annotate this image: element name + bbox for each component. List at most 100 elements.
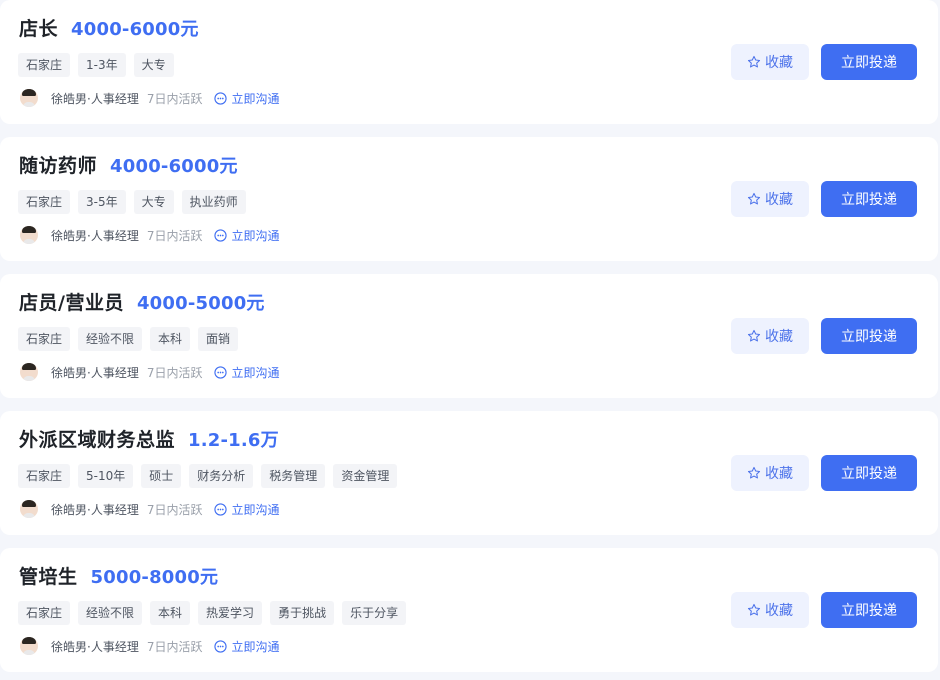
job-header: 店员/营业员 4000-5000元 <box>19 288 265 315</box>
recruiter-name: 徐皓男·人事经理 <box>51 639 139 654</box>
chat-now-label: 立即沟通 <box>231 228 280 243</box>
job-tag: 1-3年 <box>78 53 126 77</box>
job-title[interactable]: 管培生 <box>19 562 78 589</box>
recruiter-name: 徐皓男·人事经理 <box>51 365 139 380</box>
job-tag: 3-5年 <box>78 190 126 214</box>
active-status: 7日内活跃 <box>146 639 203 654</box>
recruiter-row: 徐皓男·人事经理 7日内活跃 立即沟通 <box>20 500 279 518</box>
job-tag: 勇于挑战 <box>270 601 335 625</box>
favorite-label: 收藏 <box>765 329 793 345</box>
job-tag: 石家庄 <box>18 190 71 214</box>
favorite-button[interactable]: 收藏 <box>731 455 809 491</box>
favorite-button[interactable]: 收藏 <box>731 44 809 80</box>
chat-now-link[interactable]: 立即沟通 <box>214 364 279 381</box>
chat-bubble-icon <box>214 502 228 516</box>
chat-now-link[interactable]: 立即沟通 <box>214 501 279 518</box>
active-status: 7日内活跃 <box>146 365 203 380</box>
job-header: 外派区域财务总监 1.2-1.6万 <box>19 425 279 452</box>
job-tags: 石家庄 5-10年 硕士 财务分析 税务管理 资金管理 <box>18 464 398 488</box>
favorite-button[interactable]: 收藏 <box>731 592 809 628</box>
recruiter-avatar <box>20 637 38 655</box>
favorite-label: 收藏 <box>765 603 793 619</box>
favorite-label: 收藏 <box>765 192 793 208</box>
apply-button[interactable]: 立即投递 <box>821 318 917 354</box>
favorite-button[interactable]: 收藏 <box>731 318 809 354</box>
job-tag: 本科 <box>150 601 191 625</box>
recruiter-name: 徐皓男·人事经理 <box>51 91 139 106</box>
job-header: 随访药师 4000-6000元 <box>19 151 238 178</box>
recruiter-row: 徐皓男·人事经理 7日内活跃 立即沟通 <box>20 363 279 381</box>
chat-now-label: 立即沟通 <box>231 365 280 380</box>
job-tag: 执业药师 <box>181 190 246 214</box>
job-tag: 经验不限 <box>78 601 143 625</box>
recruiter-avatar <box>20 363 38 381</box>
job-tags: 石家庄 经验不限 本科 热爱学习 勇于挑战 乐于分享 <box>18 601 407 625</box>
job-tag: 大专 <box>133 190 174 214</box>
job-tag: 税务管理 <box>261 464 326 488</box>
active-status: 7日内活跃 <box>146 91 203 106</box>
job-card[interactable]: 店长 4000-6000元 石家庄 1-3年 大专 徐皓男·人事经理 7日内活跃… <box>0 0 938 124</box>
chat-bubble-icon <box>214 228 228 242</box>
recruiter-name: 徐皓男·人事经理 <box>51 228 139 243</box>
job-tags: 石家庄 经验不限 本科 面销 <box>18 327 239 351</box>
recruiter-row: 徐皓男·人事经理 7日内活跃 立即沟通 <box>20 226 279 244</box>
favorite-label: 收藏 <box>765 466 793 482</box>
job-tag: 5-10年 <box>78 464 134 488</box>
job-title[interactable]: 店长 <box>19 14 58 41</box>
job-title[interactable]: 外派区域财务总监 <box>19 425 175 452</box>
job-tag: 石家庄 <box>18 601 71 625</box>
recruiter-avatar <box>20 89 38 107</box>
job-tags: 石家庄 3-5年 大专 执业药师 <box>18 190 246 214</box>
job-header: 管培生 5000-8000元 <box>19 562 218 589</box>
job-header: 店长 4000-6000元 <box>19 14 199 41</box>
job-card[interactable]: 随访药师 4000-6000元 石家庄 3-5年 大专 执业药师 徐皓男·人事经… <box>0 137 938 261</box>
job-card[interactable]: 管培生 5000-8000元 石家庄 经验不限 本科 热爱学习 勇于挑战 乐于分… <box>0 548 938 672</box>
job-list: 店长 4000-6000元 石家庄 1-3年 大专 徐皓男·人事经理 7日内活跃… <box>0 0 940 680</box>
job-tag: 本科 <box>150 327 191 351</box>
chat-now-link[interactable]: 立即沟通 <box>214 638 279 655</box>
apply-button[interactable]: 立即投递 <box>821 181 917 217</box>
active-status: 7日内活跃 <box>146 502 203 517</box>
favorite-button[interactable]: 收藏 <box>731 181 809 217</box>
apply-button[interactable]: 立即投递 <box>821 455 917 491</box>
job-title[interactable]: 随访药师 <box>19 151 97 178</box>
job-card[interactable]: 店员/营业员 4000-5000元 石家庄 经验不限 本科 面销 徐皓男·人事经… <box>0 274 938 398</box>
star-outline-icon <box>747 192 761 205</box>
job-tag: 资金管理 <box>333 464 398 488</box>
chat-now-link[interactable]: 立即沟通 <box>214 90 279 107</box>
chat-now-label: 立即沟通 <box>231 91 280 106</box>
chat-now-link[interactable]: 立即沟通 <box>214 227 279 244</box>
job-tag: 经验不限 <box>78 327 143 351</box>
job-salary: 1.2-1.6万 <box>188 430 279 451</box>
job-salary: 4000-6000元 <box>71 19 199 40</box>
job-tags: 石家庄 1-3年 大专 <box>18 53 174 77</box>
job-salary: 5000-8000元 <box>90 567 219 588</box>
chat-bubble-icon <box>214 639 228 653</box>
job-tag: 大专 <box>133 53 174 77</box>
apply-button[interactable]: 立即投递 <box>821 44 917 80</box>
job-salary: 4000-6000元 <box>110 156 238 177</box>
chat-now-label: 立即沟通 <box>231 639 280 654</box>
recruiter-avatar <box>20 500 38 518</box>
job-tag: 热爱学习 <box>198 601 263 625</box>
star-outline-icon <box>747 466 761 479</box>
job-tag: 石家庄 <box>18 327 71 351</box>
job-tag: 石家庄 <box>18 53 71 77</box>
favorite-label: 收藏 <box>765 55 793 71</box>
chat-now-label: 立即沟通 <box>231 502 280 517</box>
job-card[interactable]: 外派区域财务总监 1.2-1.6万 石家庄 5-10年 硕士 财务分析 税务管理… <box>0 411 938 535</box>
apply-button[interactable]: 立即投递 <box>821 592 917 628</box>
job-title[interactable]: 店员/营业员 <box>19 288 124 315</box>
job-tag: 石家庄 <box>18 464 71 488</box>
job-tag: 面销 <box>198 327 239 351</box>
job-tag: 硕士 <box>141 464 182 488</box>
star-outline-icon <box>747 603 761 616</box>
job-tag: 乐于分享 <box>342 601 407 625</box>
recruiter-avatar <box>20 226 38 244</box>
job-tag: 财务分析 <box>189 464 254 488</box>
chat-bubble-icon <box>214 365 228 379</box>
job-salary: 4000-5000元 <box>136 293 265 314</box>
recruiter-row: 徐皓男·人事经理 7日内活跃 立即沟通 <box>20 637 279 655</box>
star-outline-icon <box>747 55 761 68</box>
recruiter-row: 徐皓男·人事经理 7日内活跃 立即沟通 <box>20 89 279 107</box>
